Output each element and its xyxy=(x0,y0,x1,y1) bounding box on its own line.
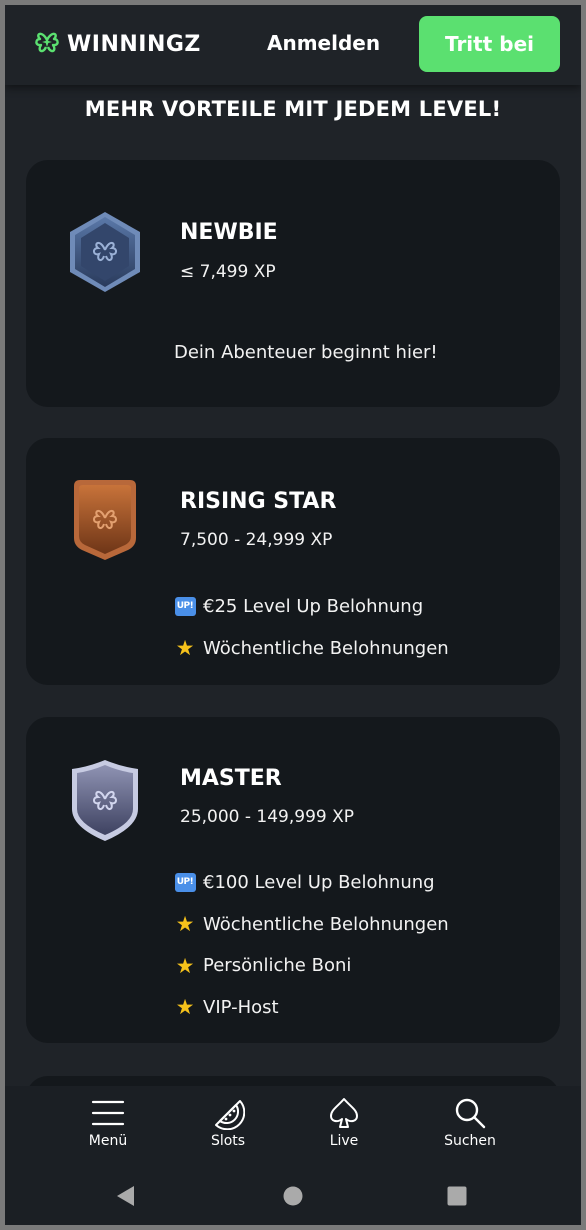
nav-label: Live xyxy=(329,1133,359,1149)
join-button[interactable]: Tritt bei xyxy=(419,16,560,72)
level-card-master: MASTER 25,000 - 149,999 XP UP! €100 Leve… xyxy=(26,717,560,1043)
level-name: MASTER xyxy=(180,766,282,791)
watermelon-icon xyxy=(183,1096,273,1130)
perk-text: Persönliche Boni xyxy=(203,955,352,977)
perk-item: UP! €100 Level Up Belohnung xyxy=(174,862,449,904)
bottom-nav: Menü Slots Live Suchen xyxy=(5,1086,581,1225)
logo[interactable]: WINNINGZ xyxy=(31,29,201,59)
level-description: Dein Abenteuer beginnt hier! xyxy=(174,342,438,363)
level-card-rising-star: RISING STAR 7,500 - 24,999 XP UP! €25 Le… xyxy=(26,438,560,685)
nav-label: Suchen xyxy=(444,1133,496,1149)
rising-star-badge-icon xyxy=(66,476,144,562)
perk-list: UP! €100 Level Up Belohnung ★ Wöchentlic… xyxy=(174,862,449,1028)
perk-item: ★ Wöchentliche Belohnungen xyxy=(174,628,449,670)
perk-item: ★ VIP-Host xyxy=(174,987,449,1029)
login-button[interactable]: Anmelden xyxy=(267,31,380,55)
perk-list: UP! €25 Level Up Belohnung ★ Wöchentlich… xyxy=(174,586,449,669)
logo-text: WINNINGZ xyxy=(67,31,201,57)
level-xp-range: 7,500 - 24,999 XP xyxy=(180,530,333,550)
star-icon: ★ xyxy=(175,912,195,937)
perk-item: ★ Wöchentliche Belohnungen xyxy=(174,904,449,946)
nav-label: Slots xyxy=(210,1133,246,1149)
level-card-newbie: NEWBIE ≤ 7,499 XP Dein Abenteuer beginnt… xyxy=(26,160,560,407)
perk-text: Wöchentliche Belohnungen xyxy=(203,637,449,659)
up-icon: UP! xyxy=(174,872,196,894)
spade-icon xyxy=(299,1096,389,1130)
clover-logo-icon xyxy=(31,26,63,62)
perk-text: €100 Level Up Belohnung xyxy=(203,872,435,894)
master-badge-icon xyxy=(66,757,144,843)
perk-item: UP! €25 Level Up Belohnung xyxy=(174,586,449,628)
level-name: RISING STAR xyxy=(180,489,337,514)
nav-slots[interactable]: Slots xyxy=(183,1096,273,1149)
star-icon: ★ xyxy=(175,995,195,1020)
back-icon[interactable] xyxy=(105,1181,145,1211)
nav-search[interactable]: Suchen xyxy=(425,1096,515,1149)
perk-text: Wöchentliche Belohnungen xyxy=(203,913,449,935)
page-heading: MEHR VORTEILE MIT JEDEM LEVEL! xyxy=(84,97,502,121)
search-icon xyxy=(425,1096,515,1130)
up-icon: UP! xyxy=(174,596,196,618)
perk-text: €25 Level Up Belohnung xyxy=(203,596,424,618)
star-icon: ★ xyxy=(175,953,195,978)
home-icon[interactable] xyxy=(273,1181,313,1211)
perk-text: VIP-Host xyxy=(203,996,279,1018)
top-header: WINNINGZ Anmelden Tritt bei xyxy=(5,5,581,85)
level-name: NEWBIE xyxy=(180,220,278,245)
nav-live[interactable]: Live xyxy=(299,1096,389,1149)
perk-item: ★ Persönliche Boni xyxy=(174,945,449,987)
recents-icon[interactable] xyxy=(437,1181,477,1211)
nav-menu[interactable]: Menü xyxy=(63,1096,153,1149)
level-xp-range: ≤ 7,499 XP xyxy=(180,262,276,282)
app-frame: WINNINGZ Anmelden Tritt bei MEHR VORTEIL… xyxy=(5,5,581,1225)
newbie-badge-icon xyxy=(66,208,144,294)
menu-icon xyxy=(63,1096,153,1130)
nav-label: Menü xyxy=(88,1133,128,1149)
star-icon: ★ xyxy=(175,636,195,661)
level-xp-range: 25,000 - 149,999 XP xyxy=(180,807,355,827)
